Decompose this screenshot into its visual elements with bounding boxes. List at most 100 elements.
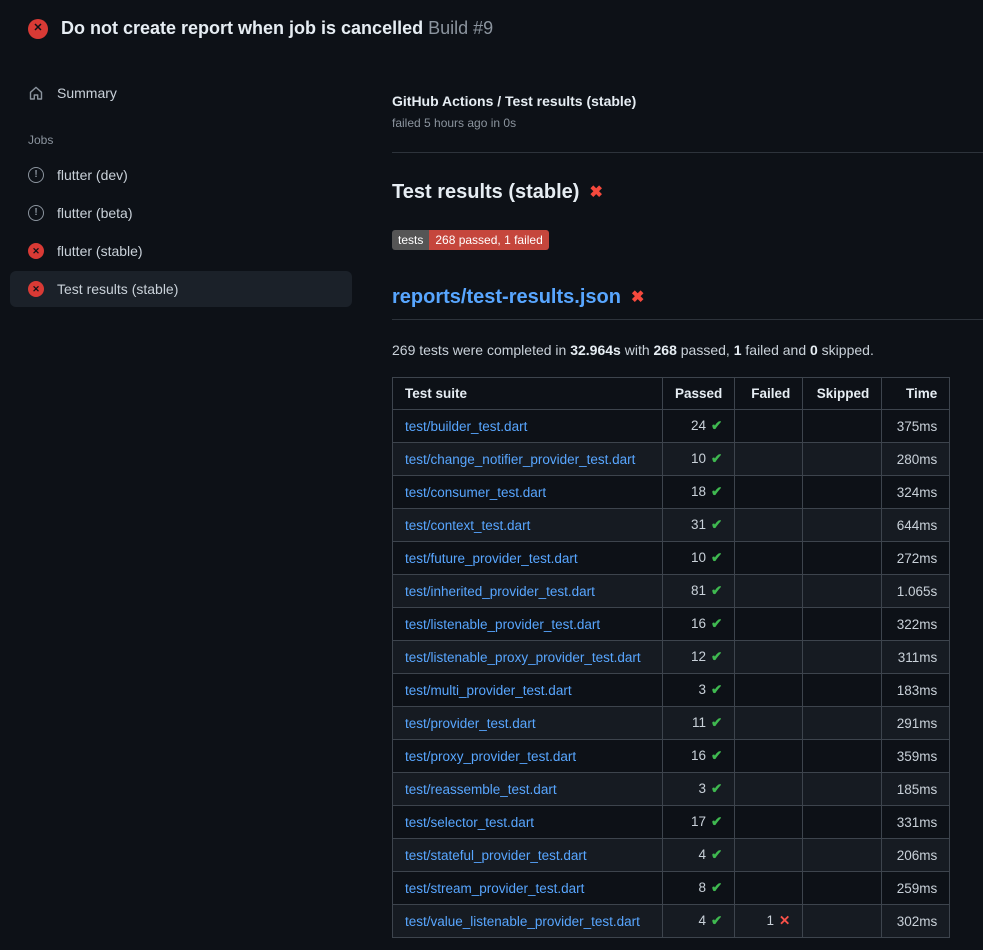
sidebar-item-test-results-stable[interactable]: ✕Test results (stable) — [10, 271, 352, 307]
cell-test-suite: test/inherited_provider_test.dart — [393, 575, 663, 608]
summary-passed-count: 268 — [654, 342, 677, 358]
cell-time: 375ms — [882, 410, 950, 443]
sidebar-item-label: flutter (dev) — [57, 167, 128, 183]
cell-failed — [735, 410, 803, 443]
main-content: GitHub Actions / Test results (stable) f… — [392, 55, 983, 938]
summary-text: skipped. — [818, 342, 874, 358]
table-row: test/provider_test.dart11✔291ms — [393, 707, 950, 740]
time-value: 272ms — [897, 551, 938, 566]
cell-test-suite: test/proxy_provider_test.dart — [393, 740, 663, 773]
test-suite-link[interactable]: test/change_notifier_provider_test.dart — [405, 452, 635, 467]
time-value: 322ms — [897, 617, 938, 632]
check-icon: ✔ — [711, 748, 722, 763]
cell-time: 280ms — [882, 443, 950, 476]
sidebar-item-flutter-beta[interactable]: !flutter (beta) — [10, 195, 352, 231]
check-icon: ✔ — [711, 418, 722, 433]
cell-failed — [735, 476, 803, 509]
test-suite-link[interactable]: test/selector_test.dart — [405, 815, 534, 830]
report-file-link[interactable]: reports/test-results.json — [392, 286, 621, 309]
check-icon: ✔ — [711, 715, 722, 730]
sidebar-item-flutter-dev[interactable]: !flutter (dev) — [10, 157, 352, 193]
passed-count: 11 — [692, 715, 706, 730]
check-icon: ✔ — [711, 484, 722, 499]
cell-test-suite: test/reassemble_test.dart — [393, 773, 663, 806]
cell-passed: 3✔ — [663, 674, 735, 707]
cell-skipped — [803, 740, 882, 773]
test-suite-link[interactable]: test/listenable_proxy_provider_test.dart — [405, 650, 641, 665]
cell-failed — [735, 839, 803, 872]
test-suite-link[interactable]: test/context_test.dart — [405, 518, 530, 533]
check-icon: ✔ — [711, 847, 722, 862]
cell-test-suite: test/multi_provider_test.dart — [393, 674, 663, 707]
passed-count: 8 — [698, 880, 706, 895]
cell-skipped — [803, 707, 882, 740]
col-passed: Passed — [663, 378, 735, 410]
check-icon: ✔ — [711, 517, 722, 532]
cell-time: 322ms — [882, 608, 950, 641]
x-circle-icon: ✕ — [28, 243, 44, 259]
time-value: 183ms — [897, 683, 938, 698]
cell-failed — [735, 806, 803, 839]
test-suite-link[interactable]: test/stream_provider_test.dart — [405, 881, 584, 896]
cell-time: 259ms — [882, 872, 950, 905]
cell-test-suite: test/consumer_test.dart — [393, 476, 663, 509]
cell-failed — [735, 674, 803, 707]
cell-time: 185ms — [882, 773, 950, 806]
jobs-section-label: Jobs — [10, 113, 352, 157]
cell-skipped — [803, 839, 882, 872]
cell-failed — [735, 872, 803, 905]
section-heading: Test results (stable) ✖ — [392, 181, 983, 204]
passed-count: 16 — [691, 616, 706, 631]
summary-text: 269 tests were completed in — [392, 342, 570, 358]
test-suite-link[interactable]: test/reassemble_test.dart — [405, 782, 557, 797]
check-icon: ✔ — [711, 814, 722, 829]
cell-skipped — [803, 674, 882, 707]
cell-failed — [735, 641, 803, 674]
table-row: test/multi_provider_test.dart 3✔ 183ms — [393, 674, 950, 707]
sidebar-item-summary[interactable]: Summary — [10, 75, 352, 111]
cell-passed: 31 ✔ — [663, 509, 735, 542]
sidebar-item-flutter-stable[interactable]: ✕flutter (stable) — [10, 233, 352, 269]
test-suite-link[interactable]: test/listenable_provider_test.dart — [405, 617, 600, 632]
passed-count: 24 — [691, 418, 706, 433]
test-suite-link[interactable]: test/inherited_provider_test.dart — [405, 584, 595, 599]
passed-count: 10 — [691, 451, 706, 466]
cell-time: 331ms — [882, 806, 950, 839]
cell-test-suite: test/future_provider_test.dart — [393, 542, 663, 575]
test-suite-link[interactable]: test/consumer_test.dart — [405, 485, 546, 500]
cell-failed: 1✕ — [735, 905, 803, 938]
table-header-row: Test suite Passed Failed Skipped Time — [393, 378, 950, 410]
passed-count: 12 — [691, 649, 706, 664]
cell-test-suite: test/stateful_provider_test.dart — [393, 839, 663, 872]
test-suite-link[interactable]: test/stateful_provider_test.dart — [405, 848, 587, 863]
check-icon: ✔ — [711, 583, 722, 598]
cell-skipped — [803, 410, 882, 443]
sidebar-item-label: Summary — [57, 85, 117, 101]
table-row: test/selector_test.dart17✔331ms — [393, 806, 950, 839]
cell-time: 359ms — [882, 740, 950, 773]
cell-failed — [735, 740, 803, 773]
cell-passed: 16✔ — [663, 740, 735, 773]
failed-status-icon: ✕ — [28, 19, 48, 39]
cell-passed: 16✔ — [663, 608, 735, 641]
table-row: test/stream_provider_test.dart8✔259ms — [393, 872, 950, 905]
test-suite-link[interactable]: test/multi_provider_test.dart — [405, 683, 572, 698]
warning-icon: ! — [28, 205, 44, 221]
col-failed: Failed — [735, 378, 803, 410]
test-suite-link[interactable]: test/proxy_provider_test.dart — [405, 749, 576, 764]
layout: Summary Jobs !flutter (dev)!flutter (bet… — [0, 55, 983, 938]
cell-test-suite: test/selector_test.dart — [393, 806, 663, 839]
cell-time: 183ms — [882, 674, 950, 707]
table-row: test/value_listenable_provider_test.dart… — [393, 905, 950, 938]
test-suite-link[interactable]: test/provider_test.dart — [405, 716, 536, 731]
test-suite-link[interactable]: test/value_listenable_provider_test.dart — [405, 914, 640, 929]
sidebar: Summary Jobs !flutter (dev)!flutter (bet… — [0, 55, 392, 309]
passed-count: 4 — [698, 913, 706, 928]
test-suite-link[interactable]: test/future_provider_test.dart — [405, 551, 578, 566]
test-suite-link[interactable]: test/builder_test.dart — [405, 419, 527, 434]
cell-failed — [735, 509, 803, 542]
passed-count: 31 — [691, 517, 706, 532]
cell-time: 324ms — [882, 476, 950, 509]
section-title: Test results (stable) — [392, 181, 579, 204]
summary-text: failed and — [742, 342, 811, 358]
